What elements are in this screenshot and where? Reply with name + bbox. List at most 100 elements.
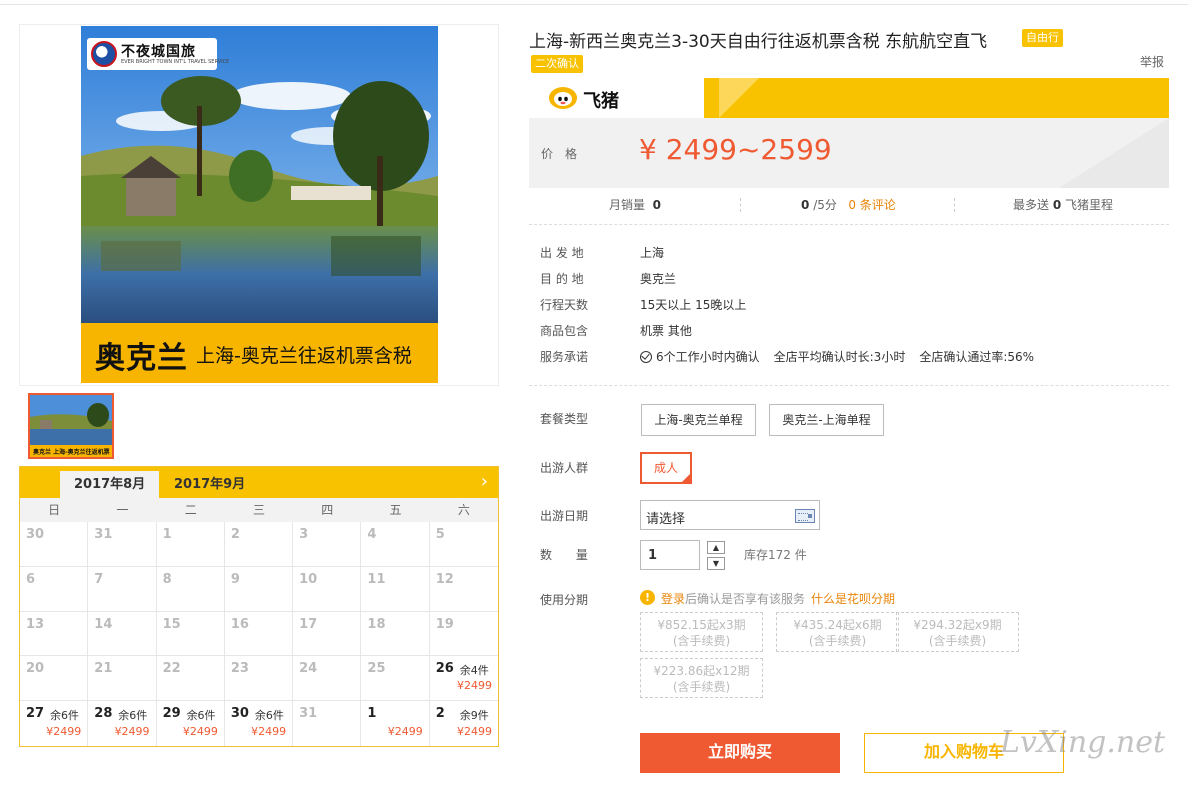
day-number: 17: [299, 616, 318, 632]
calendar-day[interactable]: 27 余6件 ¥2499: [20, 701, 89, 746]
day-number: 31: [94, 527, 113, 542]
people-option-adult[interactable]: 成人: [640, 452, 692, 484]
day-price: ¥2499: [114, 724, 150, 738]
calendar-day: 2: [224, 522, 294, 567]
price-calendar: 2017年8月 2017年9月 › 日 一 二 三 四 五 六 30 31 1 2 3 4…: [19, 466, 499, 747]
travel-date-input[interactable]: 请选择: [640, 500, 820, 530]
day-number: 25: [367, 661, 386, 677]
thumbnail-1[interactable]: 奥克兰 上海-奥克兰往返机票含税: [28, 393, 114, 459]
chevron-right-icon[interactable]: ›: [481, 472, 488, 492]
day-price: ¥2499: [46, 724, 82, 738]
package-label: 套餐类型: [540, 412, 589, 426]
calendar-day[interactable]: 30 余6件 ¥2499: [225, 701, 294, 746]
day-number: 21: [94, 661, 113, 677]
calendar-day: 19: [429, 612, 498, 657]
calendar-header: 2017年8月 2017年9月 ›: [20, 467, 498, 498]
calendar-icon[interactable]: [795, 509, 815, 523]
calendar-day: 23: [224, 656, 294, 702]
day-number: 27: [26, 706, 45, 722]
day-price: ¥2499: [456, 724, 492, 738]
day-stock: 余6件: [50, 709, 79, 723]
calendar-day: 20: [20, 656, 89, 702]
weekday: 日: [48, 503, 61, 517]
calendar-day: 4: [361, 522, 430, 567]
installment-notice: 登录后确认是否享有该服务 什么是花呗分期: [661, 592, 896, 606]
day-number: 26: [435, 661, 454, 677]
day-number: 9: [230, 571, 240, 587]
monthly-sales: 月销量 0: [609, 198, 662, 212]
installment-option-3[interactable]: ¥852.15起x3期 (含手续费): [640, 612, 763, 652]
installment-option-6[interactable]: ¥435.24起x6期 (含手续费): [776, 612, 899, 652]
thumbnail-band: 奥克兰 上海-奥克兰往返机票含税: [30, 445, 112, 457]
calendar-tab-august[interactable]: 2017年8月: [60, 471, 160, 498]
day-number: 18: [367, 616, 386, 632]
installment-option-9[interactable]: ¥294.32起x9期 (含手续费): [896, 612, 1019, 652]
globe-icon: [91, 41, 117, 67]
day-number: 28: [94, 706, 113, 722]
calendar-day: 8: [156, 566, 225, 612]
day-number: 13: [26, 616, 45, 632]
calendar-day: 7: [88, 566, 157, 612]
calendar-day[interactable]: 2 余9件 ¥2499: [430, 701, 498, 746]
package-option-akl-sh[interactable]: 奥克兰-上海单程: [769, 404, 884, 436]
day-number: 3: [299, 527, 309, 542]
buy-now-button[interactable]: 立即购买: [640, 733, 840, 773]
installment-option-12[interactable]: ¥223.86起x12期 (含手续费): [640, 658, 763, 698]
weekday: 三: [252, 503, 265, 517]
day-number: 19: [435, 616, 454, 632]
day-number: 31: [299, 706, 318, 722]
day-stock: 余9件: [459, 709, 489, 723]
price-panel: 飞猪 价格 ¥ 2499~2599: [529, 78, 1169, 188]
day-number: 30: [230, 706, 249, 722]
day-number: 15: [162, 616, 181, 632]
huabei-help-link[interactable]: 什么是花呗分期: [811, 592, 895, 606]
calendar-day: 1: [156, 522, 225, 567]
agency-logo: 不夜城国旅 EVER BRIGHT TOWN INT'L TRAVEL SERV…: [87, 38, 229, 70]
calendar-day[interactable]: 28 余6件 ¥2499: [88, 701, 157, 746]
day-number: 20: [26, 661, 45, 677]
quantity-decrease-icon[interactable]: ▼: [707, 557, 725, 570]
day-number: 23: [230, 661, 249, 677]
installment-label: 使用分期: [540, 593, 589, 607]
calendar-tab-september[interactable]: 2017年9月: [160, 471, 259, 498]
day-number: 10: [299, 571, 318, 587]
main-product-image[interactable]: 不夜城国旅 EVER BRIGHT TOWN INT'L TRAVEL SERV…: [81, 26, 438, 383]
quantity-input[interactable]: 1: [640, 540, 700, 570]
calendar-day: 31: [293, 701, 362, 746]
calendar-day: 17: [293, 611, 362, 657]
day-number: 24: [299, 661, 318, 677]
top-divider: [0, 4, 1188, 5]
calendar-day: 14: [88, 611, 157, 657]
main-image-frame: 不夜城国旅 EVER BRIGHT TOWN INT'L TRAVEL SERV…: [19, 24, 499, 386]
report-link[interactable]: 举报: [1140, 53, 1164, 70]
day-number: 29: [162, 706, 181, 722]
calendar-day: 3: [293, 522, 362, 567]
day-stock: 余6件: [118, 709, 148, 723]
stats-row: 月销量 0 0 /5分 0 条评论 最多送 0 飞猪里程: [529, 196, 1169, 214]
calendar-day: 6: [20, 566, 89, 612]
day-number: 22: [162, 661, 181, 677]
weekday: 六: [457, 503, 470, 517]
weekday: 五: [389, 503, 402, 517]
day-number: 6: [26, 571, 36, 587]
calendar-day[interactable]: 1 ¥2499: [361, 701, 430, 746]
calendar-day[interactable]: 26 余4件 ¥2499: [429, 656, 498, 702]
price-value: ¥ 2499~2599: [639, 133, 832, 166]
quantity-increase-icon[interactable]: ▲: [707, 541, 725, 554]
warning-icon: !: [640, 590, 655, 605]
calendar-day[interactable]: 29 余6件 ¥2499: [157, 701, 225, 746]
calendar-day: 24: [293, 656, 362, 702]
package-option-sh-akl[interactable]: 上海-奥克兰单程: [641, 404, 756, 436]
day-stock: 余6件: [186, 709, 216, 723]
day-price: ¥2499: [251, 724, 287, 738]
reviews-link[interactable]: 0 条评论: [848, 198, 895, 212]
day-number: 8: [162, 571, 172, 587]
calendar-day: 11: [361, 566, 430, 612]
day-number: 16: [230, 616, 249, 632]
day-number: 11: [367, 571, 386, 587]
login-link[interactable]: 登录: [661, 592, 685, 606]
calendar-day: 25: [361, 656, 430, 702]
weekday: 一: [116, 503, 129, 517]
calendar-day: 12: [429, 567, 498, 612]
people-label: 出游人群: [540, 461, 589, 475]
